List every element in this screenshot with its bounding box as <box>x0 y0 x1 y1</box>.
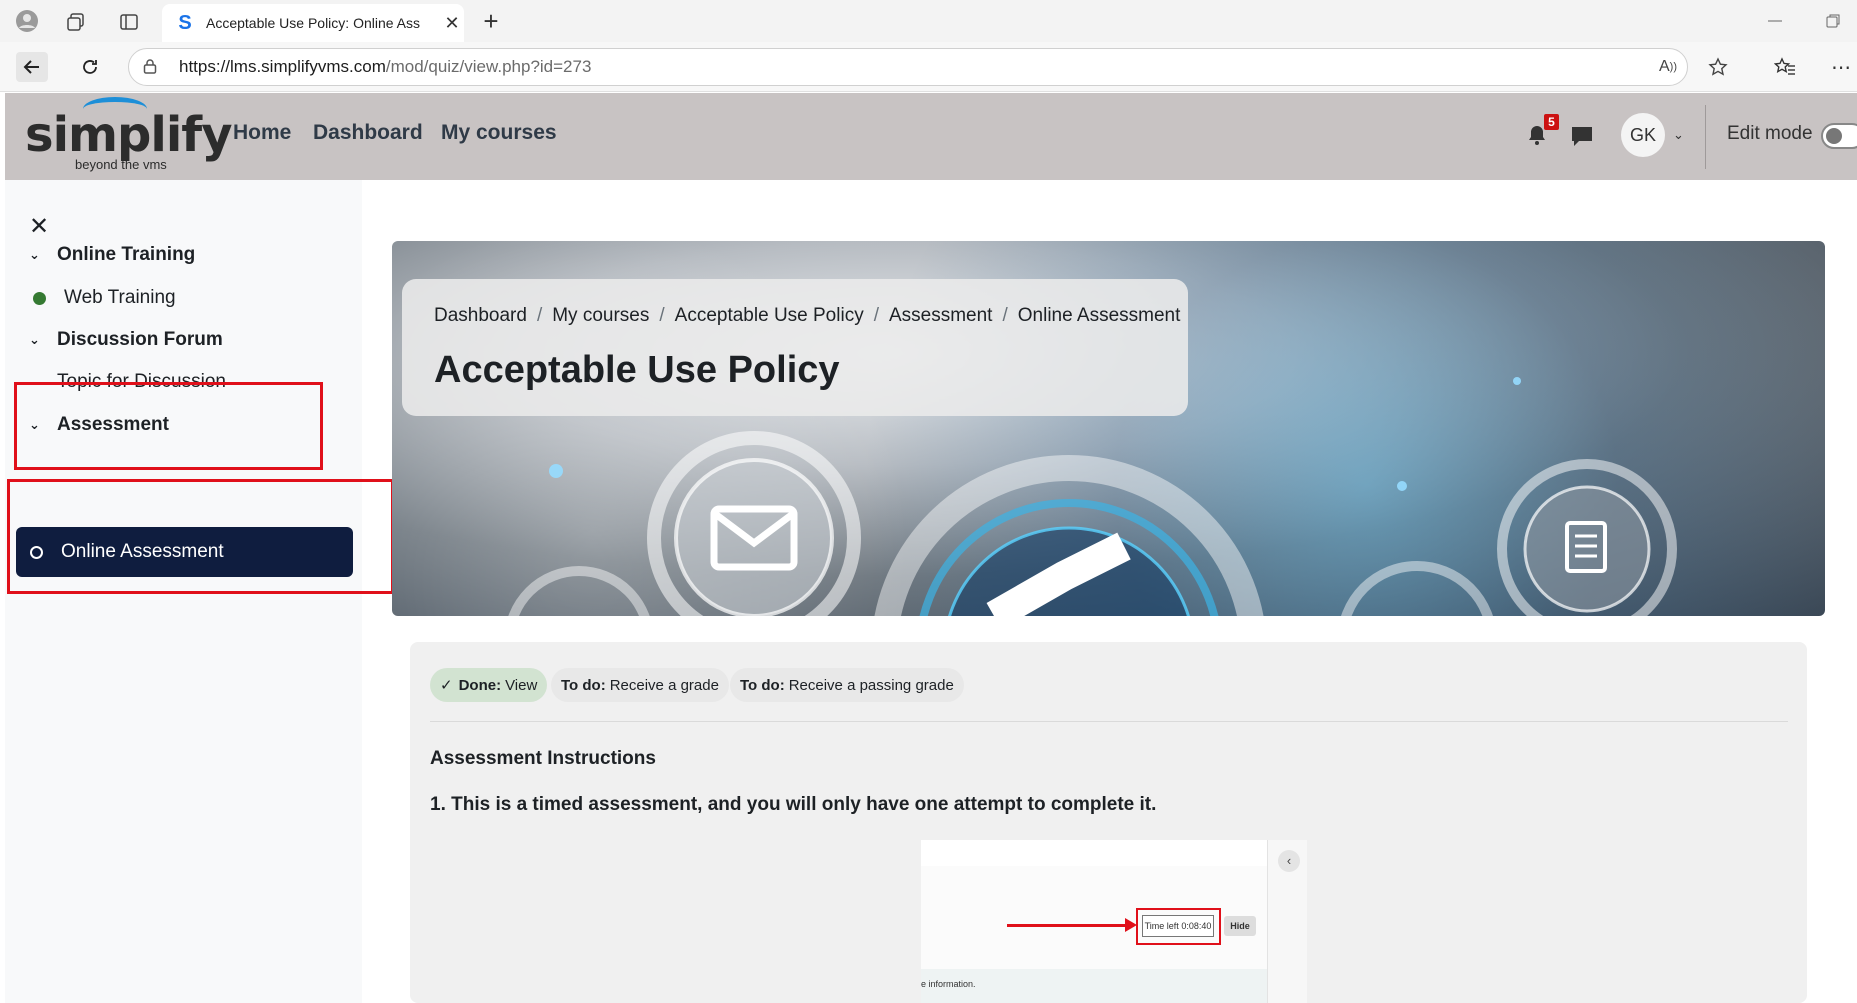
nav-dashboard[interactable]: Dashboard <box>313 121 423 145</box>
section-title: Discussion Forum <box>57 329 223 350</box>
back-icon[interactable] <box>16 52 48 82</box>
section-online-training[interactable]: ⌄ Online Training <box>29 244 195 266</box>
chat-icon[interactable] <box>1570 125 1594 147</box>
breadcrumb-my-courses[interactable]: My courses <box>552 305 649 326</box>
edit-mode-toggle[interactable] <box>1821 123 1857 149</box>
notification-count-badge: 5 <box>1544 114 1559 130</box>
active-browser-tab[interactable]: S Acceptable Use Policy: Online Ass ✕ <box>162 4 464 42</box>
chevron-down-icon[interactable]: ⌄ <box>29 332 57 348</box>
breadcrumb-separator: / <box>873 305 879 326</box>
profile-icon[interactable] <box>12 6 42 36</box>
site-logo[interactable]: simplify beyond the vms <box>25 97 232 175</box>
browser-address-bar: https://lms.simplifyvms.com/mod/quiz/vie… <box>0 42 1857 92</box>
screenshot-hide-button: Hide <box>1224 916 1256 936</box>
toggle-knob <box>1826 128 1842 144</box>
completion-badge-todo-passing-grade: To do: Receive a passing grade <box>730 668 964 702</box>
chevron-down-icon[interactable]: ⌄ <box>29 247 57 263</box>
course-index-drawer: ✕ ⌄ Online Training Web Training ⌄ Discu… <box>5 180 394 1003</box>
breadcrumb-section[interactable]: Assessment <box>889 305 992 326</box>
breadcrumb-separator: / <box>659 305 665 326</box>
tab-title: Acceptable Use Policy: Online Ass <box>206 15 420 31</box>
favorites-icon[interactable] <box>1770 54 1800 80</box>
highlight-box-discussion-forum <box>14 382 323 470</box>
completion-text: Receive a passing grade <box>788 676 954 694</box>
breadcrumb: Dashboard / My courses / Acceptable Use Poli… <box>434 305 1180 327</box>
restore-icon[interactable] <box>1818 8 1848 34</box>
breadcrumb-dashboard[interactable]: Dashboard <box>434 305 527 326</box>
navbar-divider <box>1705 105 1706 169</box>
completed-dot-icon <box>33 291 46 305</box>
completion-status: To do: <box>561 676 606 694</box>
page-title: Acceptable Use Policy <box>434 349 840 391</box>
chevron-down-icon[interactable]: ⌄ <box>1673 127 1684 143</box>
nav-my-courses[interactable]: My courses <box>441 121 557 145</box>
screenshot-header <box>921 840 1267 866</box>
check-icon: ✓ <box>440 677 453 694</box>
page-header-banner: Dashboard / My courses / Acceptable Use Poli… <box>392 241 1825 616</box>
logo-tagline: beyond the vms <box>75 157 167 172</box>
new-tab-icon[interactable]: + <box>476 6 506 36</box>
instruction-item: 1. This is a timed assessment, and you w… <box>430 794 1157 815</box>
completion-text: View <box>505 676 538 694</box>
red-arrow-line <box>1007 924 1133 927</box>
section-title: Online Training <box>57 244 196 265</box>
completion-status: Done: <box>458 676 502 694</box>
simplify-favicon-icon: S <box>178 11 192 34</box>
nav-home[interactable]: Home <box>233 121 291 145</box>
breadcrumb-separator: / <box>536 305 543 326</box>
user-avatar[interactable]: GK <box>1621 113 1665 157</box>
close-icon[interactable]: ✕ <box>29 212 49 241</box>
instruction-screenshot-image: ‹ Time left 0:08:40 Hide e information. <box>921 840 1307 1003</box>
minimize-icon[interactable] <box>1760 8 1790 34</box>
site-navbar: simplify beyond the vms Home Dashboard M… <box>5 93 1857 180</box>
drawer-item-web-training[interactable]: Web Training <box>29 287 176 309</box>
screenshot-info-text: e information. <box>921 979 976 989</box>
breadcrumb-separator: / <box>1002 305 1008 326</box>
more-icon[interactable]: ⋯ <box>1826 54 1856 80</box>
instructions-heading: Assessment Instructions <box>430 748 656 769</box>
completion-status: To do: <box>740 676 785 694</box>
workspaces-icon[interactable] <box>62 8 90 36</box>
activity-panel: ✓ Done: View To do: Receive a grade To d… <box>410 642 1807 1003</box>
favorite-icon[interactable] <box>1703 54 1733 80</box>
browser-tab-strip: S Acceptable Use Policy: Online Ass ✕ + <box>0 0 1857 42</box>
divider <box>430 721 1788 722</box>
chevron-left-icon: ‹ <box>1278 850 1300 872</box>
completion-badge-todo-grade: To do: Receive a grade <box>551 668 729 702</box>
edit-mode-label: Edit mode <box>1727 123 1813 144</box>
completion-badge-done: ✓ Done: View <box>430 668 548 702</box>
breadcrumb-course[interactable]: Acceptable Use Policy <box>675 305 864 326</box>
refresh-icon[interactable] <box>74 52 106 82</box>
section-discussion-forum[interactable]: ⌄ Discussion Forum <box>29 329 223 351</box>
avatar-initials: GK <box>1629 124 1656 145</box>
logo-wordmark: simplify <box>25 107 232 163</box>
drawer-item-label: Web Training <box>64 287 176 308</box>
read-aloud-icon[interactable]: A)) <box>1653 54 1683 80</box>
url-text: https://lms.simplifyvms.com/mod/quiz/vie… <box>179 57 592 76</box>
completion-text: Receive a grade <box>609 676 719 694</box>
url-field[interactable]: https://lms.simplifyvms.com/mod/quiz/vie… <box>128 48 1688 86</box>
page-header-card: Dashboard / My courses / Acceptable Use Poli… <box>402 279 1188 416</box>
highlight-box-timer <box>1136 908 1221 945</box>
breadcrumb-current[interactable]: Online Assessment <box>1018 305 1181 326</box>
lock-icon <box>143 58 165 77</box>
highlight-box-assessment <box>7 479 394 594</box>
close-tab-icon[interactable]: ✕ <box>440 13 464 34</box>
tab-actions-icon[interactable] <box>115 8 143 36</box>
